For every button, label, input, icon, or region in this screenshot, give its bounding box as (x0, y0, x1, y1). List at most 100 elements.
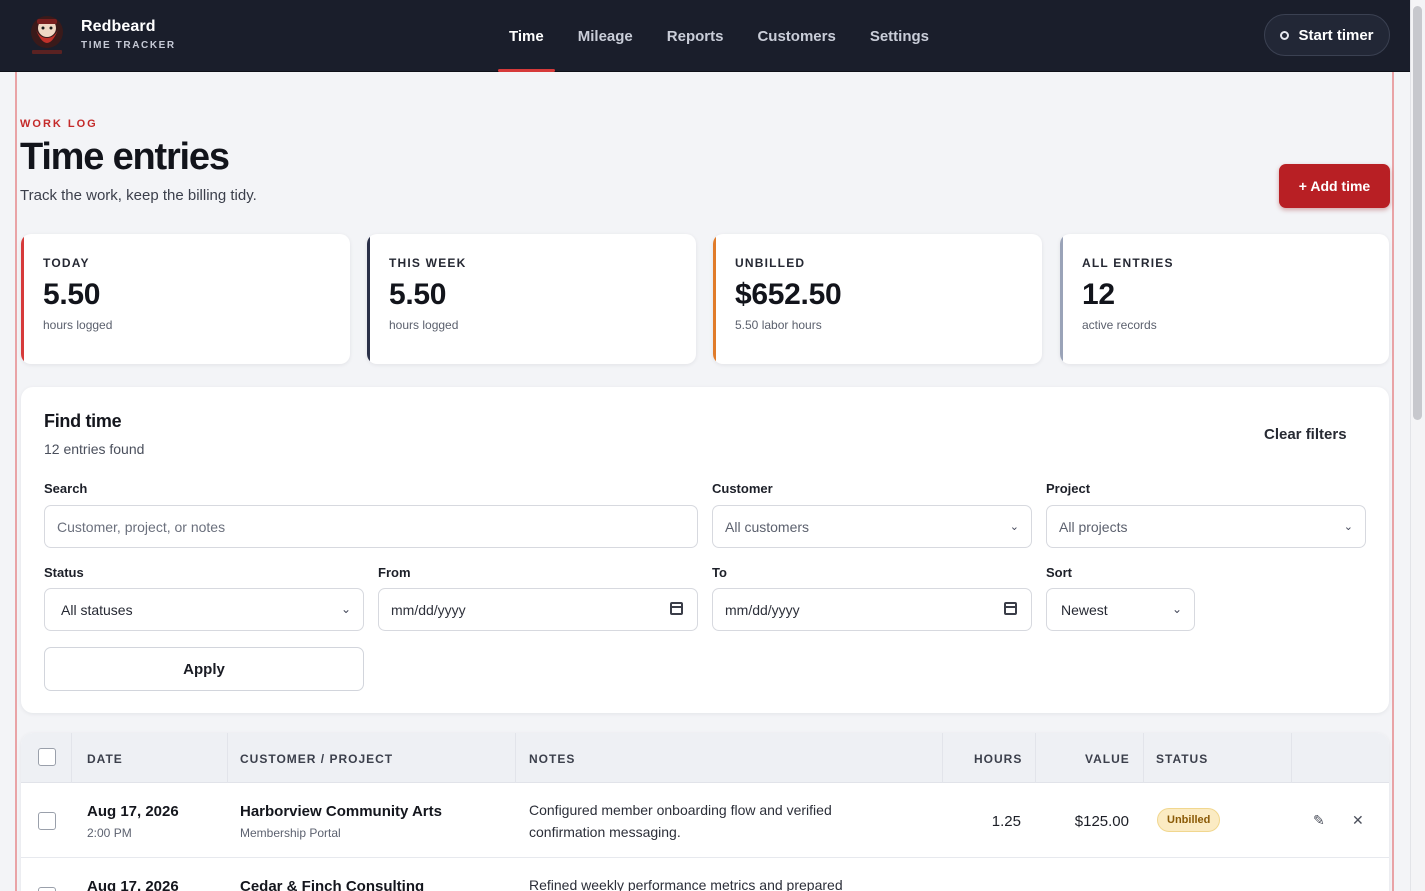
search-label: Search (44, 481, 88, 496)
stat-note: hours logged (43, 318, 113, 332)
stat-card-this-week: THIS WEEK 5.50 hours logged (367, 234, 696, 364)
timer-dot-icon (1280, 30, 1290, 40)
page-guide-left (15, 72, 17, 891)
brand[interactable]: Redbeard TIME TRACKER (28, 14, 176, 56)
stat-label: THIS WEEK (389, 256, 467, 270)
row-hours: 1.25 (991, 813, 1021, 830)
clear-filters-button[interactable]: Clear filters (1264, 426, 1347, 443)
filters-count: 12 entries found (44, 441, 145, 457)
stat-label: ALL ENTRIES (1082, 256, 1174, 270)
edit-icon[interactable]: ✎ (1313, 812, 1325, 829)
column-separator (942, 733, 943, 783)
row-checkbox[interactable] (38, 887, 56, 891)
customer-label: Customer (712, 481, 773, 496)
brand-subtitle: TIME TRACKER (81, 40, 176, 51)
project-select-value: All projects (1059, 518, 1128, 535)
status-badge: Unbilled (1157, 808, 1221, 832)
stat-card-unbilled: UNBILLED $652.50 5.50 labor hours (713, 234, 1042, 364)
from-date-input[interactable]: mm/dd/yyyy (378, 588, 698, 631)
status-label: Status (44, 565, 84, 580)
page-guide-right (1392, 72, 1394, 891)
sort-select[interactable]: Newest ⌄ (1046, 588, 1195, 631)
time-entries-table: DATE CUSTOMER / PROJECT NOTES HOURS VALU… (21, 733, 1389, 891)
stat-note: 5.50 labor hours (735, 318, 822, 332)
stat-value: 5.50 (43, 278, 101, 311)
customer-select[interactable]: All customers ⌄ (712, 505, 1032, 548)
stat-value: $652.50 (735, 278, 842, 311)
page-subtitle: Track the work, keep the billing tidy. (20, 187, 257, 204)
table-row[interactable]: Aug 17, 2026 Cedar & Finch Consulting Re… (21, 859, 1389, 891)
column-separator (1035, 733, 1036, 783)
from-date-placeholder: mm/dd/yyyy (391, 601, 466, 618)
to-date-placeholder: mm/dd/yyyy (725, 601, 800, 618)
stat-accent (1060, 234, 1063, 364)
start-timer-button[interactable]: Start timer (1264, 14, 1390, 56)
row-time: 2:00 PM (87, 826, 132, 840)
column-header-status[interactable]: STATUS (1156, 752, 1208, 766)
column-header-date[interactable]: DATE (87, 752, 123, 766)
stat-card-all-entries: ALL ENTRIES 12 active records (1060, 234, 1389, 364)
stat-label: UNBILLED (735, 256, 806, 270)
sort-select-value: Newest (1061, 601, 1108, 618)
sort-label: Sort (1046, 565, 1072, 580)
apply-button[interactable]: Apply (44, 647, 364, 691)
chevron-down-icon: ⌄ (1343, 521, 1353, 533)
project-label: Project (1046, 481, 1091, 496)
search-input[interactable]: Customer, project, or notes (44, 505, 698, 548)
stat-note: active records (1082, 318, 1157, 332)
nav-item-customers[interactable]: Customers (740, 0, 852, 72)
column-separator (71, 733, 72, 783)
row-date: Aug 17, 2026 (87, 878, 179, 891)
calendar-icon[interactable] (1004, 602, 1017, 615)
project-select[interactable]: All projects ⌄ (1046, 505, 1366, 548)
nav-item-settings[interactable]: Settings (853, 0, 946, 72)
row-checkbox[interactable] (38, 812, 56, 830)
stat-accent (713, 234, 716, 364)
row-date: Aug 17, 2026 (87, 803, 179, 820)
nav-item-mileage[interactable]: Mileage (561, 0, 650, 72)
column-separator (515, 733, 516, 783)
row-customer: Harborview Community Arts (240, 803, 442, 820)
start-timer-label: Start timer (1298, 26, 1374, 44)
filters-title: Find time (44, 411, 122, 431)
scrollbar-thumb[interactable] (1413, 6, 1422, 420)
main-nav: Time Mileage Reports Customers Settings (492, 0, 946, 72)
filter-panel: Find time 12 entries found Clear filters… (21, 387, 1389, 713)
stat-card-today: TODAY 5.50 hours logged (21, 234, 350, 364)
row-project: Membership Portal (240, 826, 341, 840)
row-notes: Refined weekly performance metrics and p… (529, 877, 843, 891)
to-label: To (712, 565, 727, 580)
status-select[interactable]: All statuses ⌄ (44, 588, 364, 631)
add-time-button[interactable]: + Add time (1279, 164, 1390, 208)
nav-item-reports[interactable]: Reports (650, 0, 741, 72)
chevron-down-icon: ⌄ (340, 602, 351, 616)
customer-select-value: All customers (725, 518, 810, 535)
stat-value: 12 (1082, 278, 1115, 311)
table-row[interactable]: Aug 17, 2026 2:00 PM Harborview Communit… (21, 784, 1389, 858)
column-header-hours[interactable]: HOURS (974, 752, 1022, 766)
brand-name: Redbeard (81, 18, 156, 35)
select-all-checkbox[interactable] (38, 748, 56, 766)
calendar-icon[interactable] (670, 602, 683, 615)
column-header-notes[interactable]: NOTES (529, 752, 575, 766)
table-header: DATE CUSTOMER / PROJECT NOTES HOURS VALU… (21, 733, 1389, 783)
page-eyebrow: WORK LOG (20, 118, 98, 130)
to-date-input[interactable]: mm/dd/yyyy (712, 588, 1032, 631)
row-customer: Cedar & Finch Consulting (240, 878, 425, 891)
delete-icon[interactable]: ✕ (1352, 812, 1364, 829)
stat-label: TODAY (43, 256, 90, 270)
chevron-down-icon: ⌄ (1171, 602, 1182, 616)
stat-note: hours logged (389, 318, 459, 332)
stat-accent (21, 234, 24, 364)
from-label: From (378, 565, 411, 580)
chevron-down-icon: ⌄ (1009, 521, 1019, 533)
column-separator (1143, 733, 1144, 783)
nav-item-time[interactable]: Time (492, 0, 561, 72)
top-navigation-bar: Redbeard TIME TRACKER Time Mileage Repor… (0, 0, 1410, 72)
stat-accent (367, 234, 370, 364)
status-select-value: All statuses (61, 601, 133, 618)
column-header-customer-project[interactable]: CUSTOMER / PROJECT (240, 752, 393, 766)
column-header-value[interactable]: VALUE (1085, 752, 1130, 766)
row-notes: Configured member onboarding flow and ve… (529, 802, 832, 840)
redbeard-logo-icon (28, 14, 66, 56)
